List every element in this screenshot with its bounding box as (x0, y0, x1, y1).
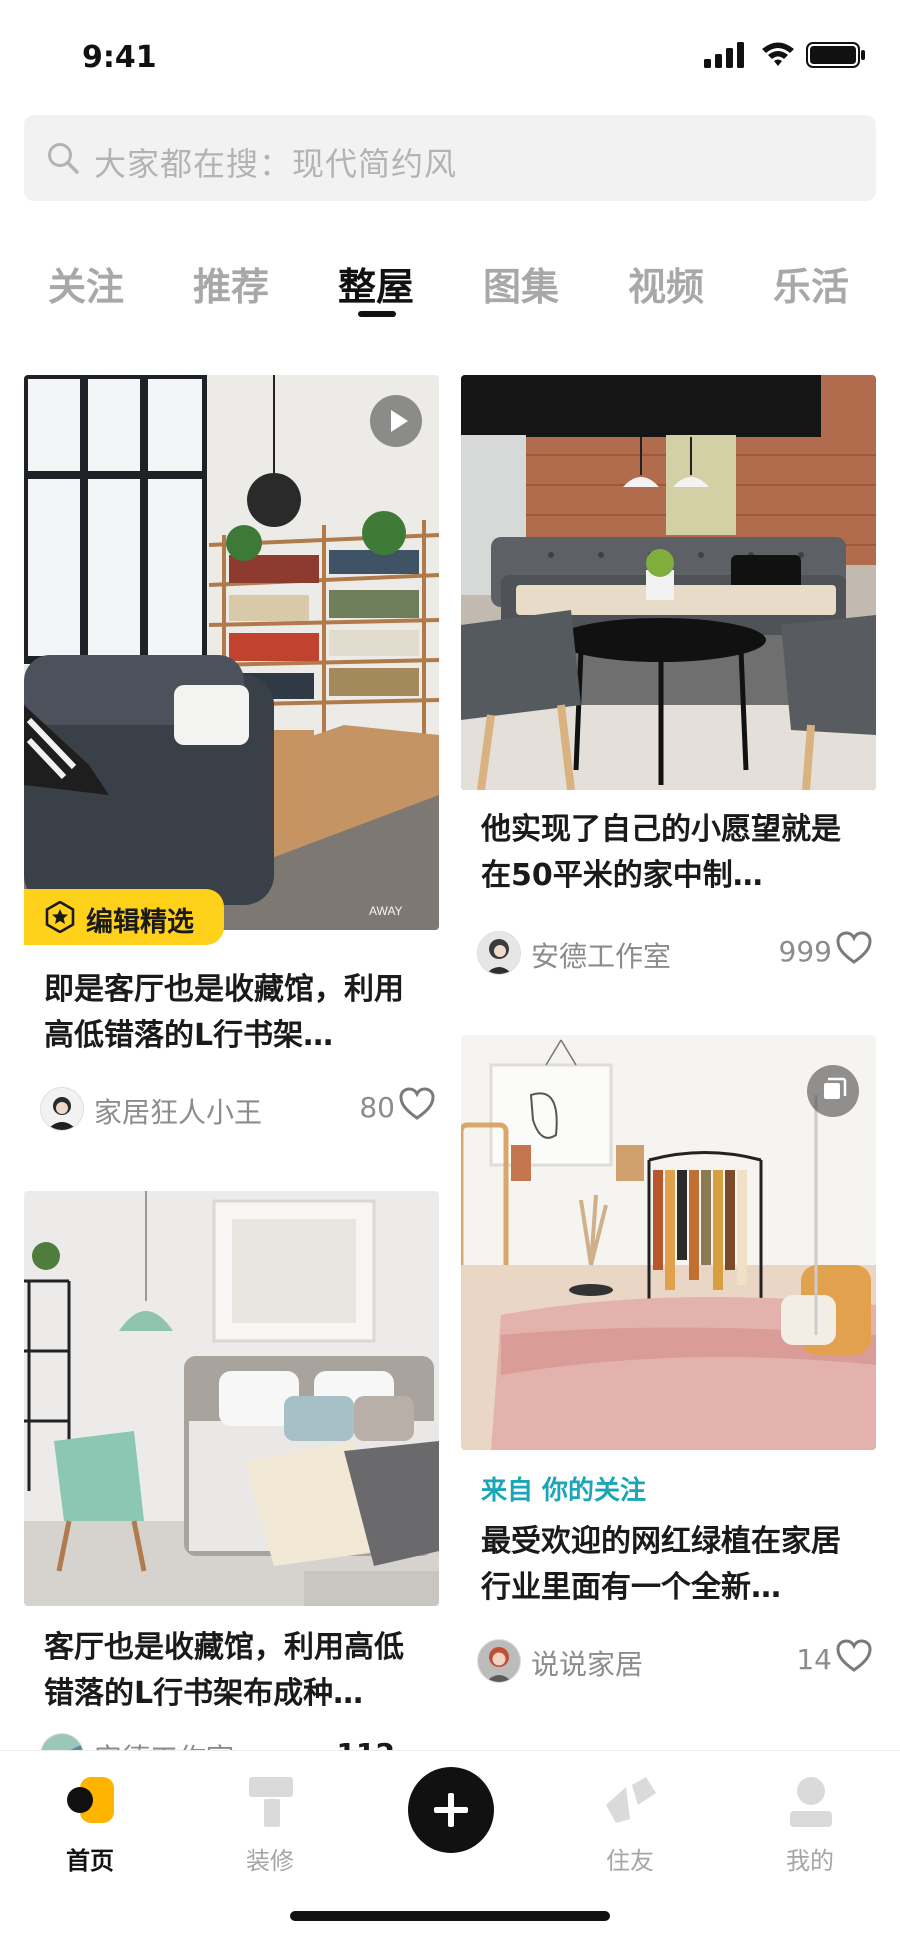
feed-card-dining-area[interactable]: 他实现了自己的小愿望就是在50平米的家中制… 安德工作室 999 (461, 375, 876, 975)
home-indicator (290, 1911, 610, 1921)
card-image (461, 375, 876, 790)
friends-icon (606, 1777, 656, 1823)
heart-icon[interactable] (836, 1639, 872, 1673)
category-tabs: 关注 推荐 整屋 图集 视频 乐活 (0, 250, 900, 330)
tab-recommend[interactable]: 推荐 (176, 256, 286, 311)
like-count: 14 (796, 1643, 832, 1676)
author-name[interactable]: 说说家居 (531, 1643, 643, 1683)
publish-button[interactable] (408, 1767, 494, 1853)
nav-home-label: 首页 (66, 1847, 114, 1875)
card-meta: 安德工作室 999 (477, 931, 872, 975)
author-name[interactable]: 家居狂人小王 (94, 1091, 262, 1131)
search-bar[interactable]: 大家都在搜：现代简约风 (24, 115, 876, 201)
home-icon (67, 1777, 114, 1823)
nav-profile-label: 我的 (786, 1847, 834, 1875)
plus-icon (434, 1793, 468, 1827)
active-tab-indicator (358, 311, 396, 317)
from-following-label: 来自 你的关注 (481, 1476, 647, 1506)
play-icon[interactable] (370, 395, 422, 447)
nav-friends-label: 住友 (606, 1847, 654, 1875)
card-title[interactable]: 最受欢迎的网红绿植在家居行业里面有一个全新… (481, 1519, 866, 1611)
paint-roller-icon (249, 1777, 293, 1827)
like-count: 999 (778, 935, 832, 968)
tab-whole-house[interactable]: 整屋 (321, 256, 431, 311)
avatar[interactable] (477, 1639, 521, 1683)
badge-label: 编辑精选 (86, 907, 194, 938)
avatar[interactable] (477, 931, 521, 975)
profile-icon (790, 1777, 832, 1827)
avatar[interactable] (40, 1087, 84, 1131)
gallery-icon[interactable] (807, 1065, 859, 1117)
tab-lifestyle[interactable]: 乐活 (756, 256, 866, 311)
dining-area-photo (461, 375, 876, 790)
cellular-signal-icon (704, 42, 744, 68)
search-placeholder: 大家都在搜：现代简约风 (94, 145, 458, 183)
card-image: AWAY (24, 375, 439, 930)
photo-watermark: AWAY (369, 904, 403, 918)
card-meta: 家居狂人小王 80 (40, 1087, 435, 1131)
card-meta: 说说家居 14 (477, 1639, 872, 1683)
editor-pick-badge: 编辑精选 (24, 889, 224, 945)
feed-card-pink-bedroom[interactable]: 来自 你的关注 最受欢迎的网红绿植在家居行业里面有一个全新… 说说家居 14 (461, 1035, 876, 1695)
star-badge-icon (45, 901, 75, 933)
search-icon (48, 143, 79, 174)
feed-card-bedroom[interactable]: 客厅也是收藏馆，利用高低错落的L行书架布成种… 安德工作室 112 (24, 1191, 439, 1777)
tab-video[interactable]: 视频 (611, 256, 721, 311)
card-image (24, 1191, 439, 1606)
card-title[interactable]: 即是客厅也是收藏馆，利用高低错落的L行书架… (44, 967, 429, 1059)
tab-gallery[interactable]: 图集 (466, 256, 576, 311)
nav-renovation-label: 装修 (246, 1847, 294, 1875)
card-title[interactable]: 他实现了自己的小愿望就是在50平米的家中制… (481, 807, 866, 899)
card-title[interactable]: 客厅也是收藏馆，利用高低错落的L行书架布成种… (44, 1625, 429, 1717)
bedroom-photo (24, 1191, 439, 1606)
heart-icon[interactable] (836, 931, 872, 965)
wifi-icon (762, 42, 794, 66)
heart-icon[interactable] (399, 1087, 435, 1121)
like-count: 80 (359, 1091, 395, 1124)
status-time: 9:41 (82, 40, 157, 75)
feed-card-living-room[interactable]: AWAY 编辑精选 即是客厅也是收藏馆，利用高低错落的L行书架… 家居狂人小王 … (24, 375, 439, 1131)
tab-follow[interactable]: 关注 (31, 256, 141, 311)
status-bar: 9:41 (0, 0, 900, 110)
author-name[interactable]: 安德工作室 (531, 935, 671, 975)
living-room-photo: AWAY (24, 375, 439, 930)
battery-icon (806, 42, 865, 68)
